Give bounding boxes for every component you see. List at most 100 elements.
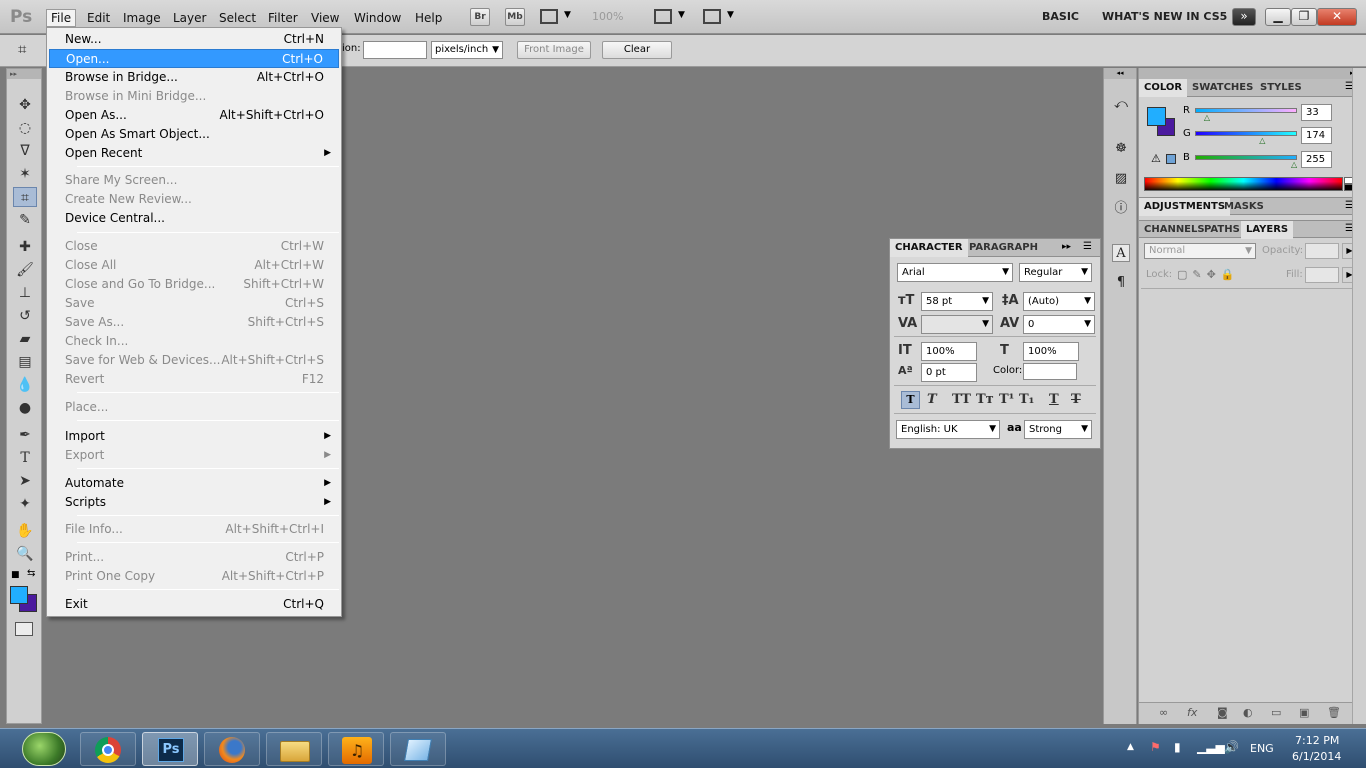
- menu-item-share-my-screen[interactable]: Share My Screen...: [49, 171, 339, 190]
- toolbox-collapse-icon[interactable]: ▸▸: [7, 69, 41, 79]
- battery-icon[interactable]: ▮: [1174, 740, 1181, 754]
- menu-item-save[interactable]: Save Ctrl+S: [49, 294, 339, 313]
- tab-character[interactable]: CHARACTER: [890, 239, 968, 257]
- tab-swatches[interactable]: SWATCHES: [1187, 79, 1258, 97]
- network-error-icon[interactable]: ⚑: [1150, 740, 1161, 754]
- adjustment-layer-icon[interactable]: ◐: [1243, 706, 1253, 719]
- new-group-icon[interactable]: ▭: [1271, 706, 1281, 719]
- lock-icons[interactable]: ▢✎✥🔒: [1177, 268, 1240, 281]
- menu-item-close-and-go-to-bridge[interactable]: Close and Go To Bridge... Shift+Ctrl+W: [49, 275, 339, 294]
- clear-button[interactable]: Clear: [602, 41, 672, 59]
- menu-item-print-one-copy[interactable]: Print One Copy Alt+Shift+Ctrl+P: [49, 567, 339, 586]
- clone-stamp-tool-icon[interactable]: ⊥: [13, 283, 37, 303]
- menu-item-exit[interactable]: Exit Ctrl+Q: [49, 595, 339, 614]
- eyedropper-tool-icon[interactable]: ✎: [13, 210, 37, 230]
- layer-mask-icon[interactable]: ◙: [1217, 706, 1228, 719]
- menu-item-new[interactable]: New... Ctrl+N: [49, 30, 339, 49]
- navigator-panel-icon[interactable]: ☸: [1112, 140, 1130, 158]
- menu-window[interactable]: Window: [350, 9, 405, 27]
- menu-filter[interactable]: Filter: [264, 9, 302, 27]
- green-slider[interactable]: [1195, 131, 1297, 136]
- trash-icon[interactable]: 🗑: [1327, 706, 1341, 719]
- paragraph-panel-icon[interactable]: ¶: [1112, 274, 1130, 292]
- menu-item-check-in[interactable]: Check In...: [49, 332, 339, 351]
- new-layer-icon[interactable]: ▣: [1299, 706, 1309, 719]
- lasso-tool-icon[interactable]: ᐁ: [13, 141, 37, 161]
- gradient-tool-icon[interactable]: ▤: [13, 352, 37, 372]
- start-button[interactable]: [22, 732, 66, 766]
- blue-slider-thumb[interactable]: △: [1291, 160, 1297, 169]
- menu-item-open-as[interactable]: Open As... Alt+Shift+Ctrl+O: [49, 106, 339, 125]
- menu-item-browse-in-mini-bridge[interactable]: Browse in Mini Bridge...: [49, 87, 339, 106]
- default-colors-icon[interactable]: ■: [11, 570, 20, 580]
- menu-item-create-new-review[interactable]: Create New Review...: [49, 190, 339, 209]
- blend-mode-select[interactable]: Normal ▼: [1144, 243, 1256, 259]
- taskbar-notes[interactable]: [390, 732, 446, 766]
- taskbar-music-player[interactable]: ♫: [328, 732, 384, 766]
- menu-item-open-recent[interactable]: Open Recent ▶: [49, 144, 339, 163]
- layer-style-icon[interactable]: fx: [1187, 706, 1197, 719]
- all-caps-icon[interactable]: TT: [952, 392, 971, 407]
- arrange-documents-dropdown[interactable]: ▼: [654, 9, 688, 25]
- healing-brush-tool-icon[interactable]: ✚: [13, 237, 37, 257]
- horizontal-scale-input[interactable]: 100%: [1023, 342, 1079, 361]
- menu-item-close[interactable]: Close Ctrl+W: [49, 237, 339, 256]
- panel-collapse-icon[interactable]: ▸▸: [1062, 242, 1071, 252]
- link-layers-icon[interactable]: ∞: [1159, 706, 1168, 719]
- kerning-select[interactable]: ▼: [921, 315, 993, 334]
- font-family-select[interactable]: Arial ▼: [897, 263, 1013, 282]
- red-slider[interactable]: [1195, 108, 1297, 113]
- gamut-warning-icon[interactable]: ⚠: [1151, 152, 1161, 165]
- show-hidden-icons-icon[interactable]: ▲: [1127, 742, 1134, 752]
- tab-styles[interactable]: STYLES: [1255, 79, 1307, 97]
- restore-button[interactable]: ❐: [1291, 8, 1317, 26]
- zoom-tool-icon[interactable]: 🔍: [13, 544, 37, 564]
- type-tool-icon[interactable]: T: [13, 448, 37, 468]
- menu-item-file-info[interactable]: File Info... Alt+Shift+Ctrl+I: [49, 520, 339, 539]
- tab-masks[interactable]: MASKS: [1219, 198, 1269, 216]
- font-style-select[interactable]: Regular ▼: [1019, 263, 1092, 282]
- taskbar-photoshop[interactable]: Ps: [142, 732, 198, 766]
- dodge-tool-icon[interactable]: ●: [13, 398, 37, 418]
- vertical-scale-input[interactable]: 100%: [921, 342, 977, 361]
- menu-item-place[interactable]: Place...: [49, 398, 339, 417]
- font-size-select[interactable]: 58 pt ▼: [921, 292, 993, 311]
- foreground-color-swatch[interactable]: [10, 586, 28, 604]
- workspace-whats-new[interactable]: WHAT'S NEW IN CS5: [1102, 10, 1227, 23]
- panel-menu-icon[interactable]: ☰: [1083, 241, 1092, 252]
- menu-help[interactable]: Help: [411, 9, 446, 27]
- history-panel-icon[interactable]: ⤺: [1112, 96, 1130, 114]
- magic-wand-tool-icon[interactable]: ✶: [13, 164, 37, 184]
- menu-item-close-all[interactable]: Close All Alt+Ctrl+W: [49, 256, 339, 275]
- menu-item-export[interactable]: Export ▶: [49, 446, 339, 465]
- path-selection-tool-icon[interactable]: ➤: [13, 471, 37, 491]
- dock-collapse-icon[interactable]: ◂◂: [1104, 68, 1136, 79]
- workspace-basic[interactable]: BASIC: [1042, 10, 1079, 23]
- green-value-input[interactable]: 174: [1301, 127, 1332, 144]
- leading-select[interactable]: (Auto) ▼: [1023, 292, 1095, 311]
- blue-slider[interactable]: [1195, 155, 1297, 160]
- history-brush-tool-icon[interactable]: ↺: [13, 306, 37, 326]
- zoom-level[interactable]: 100%: [592, 10, 623, 23]
- text-color-swatch[interactable]: [1023, 363, 1077, 380]
- menu-item-save-for-web[interactable]: Save for Web & Devices... Alt+Shift+Ctrl+…: [49, 351, 339, 370]
- info-panel-icon[interactable]: ⓘ: [1112, 200, 1130, 218]
- menu-item-browse-in-bridge[interactable]: Browse in Bridge... Alt+Ctrl+O: [49, 68, 339, 87]
- tracking-select[interactable]: 0 ▼: [1023, 315, 1095, 334]
- menu-item-scripts[interactable]: Scripts ▶: [49, 493, 339, 512]
- tab-adjustments[interactable]: ADJUSTMENTS: [1139, 198, 1231, 216]
- language-select[interactable]: English: UK ▼: [896, 420, 1000, 439]
- menu-file[interactable]: File: [46, 9, 77, 27]
- gamut-color-swatch[interactable]: [1166, 154, 1176, 164]
- menu-layer[interactable]: Layer: [169, 9, 210, 27]
- superscript-icon[interactable]: T¹: [999, 392, 1014, 407]
- blur-tool-icon[interactable]: 💧: [13, 375, 37, 395]
- menu-item-print[interactable]: Print... Ctrl+P: [49, 548, 339, 567]
- swap-colors-icon[interactable]: ⇆: [27, 568, 35, 579]
- tab-paragraph[interactable]: PARAGRAPH: [964, 239, 1043, 257]
- marquee-tool-icon[interactable]: ◌: [13, 118, 37, 138]
- tab-layers[interactable]: LAYERS: [1241, 221, 1294, 239]
- tab-paths[interactable]: PATHS: [1199, 221, 1245, 239]
- taskbar-explorer[interactable]: [266, 732, 322, 766]
- red-slider-thumb[interactable]: △: [1204, 113, 1210, 122]
